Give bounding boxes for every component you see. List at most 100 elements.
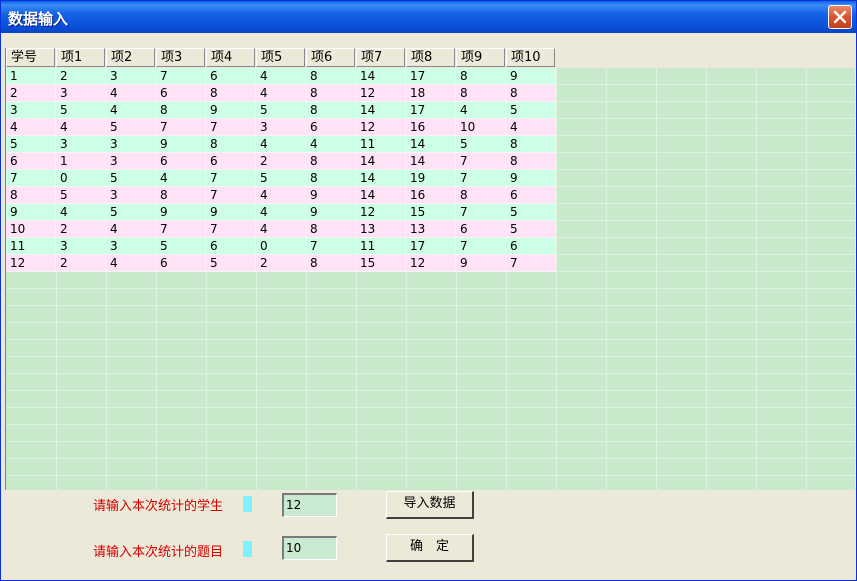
students-input[interactable]: 12 xyxy=(282,493,337,517)
table-cell[interactable]: 8 xyxy=(306,102,356,119)
table-row[interactable]: 10 2 4 7 7 4 8 13 13 6 5 xyxy=(6,221,556,238)
table-cell[interactable]: 6 xyxy=(6,153,56,170)
table-cell[interactable]: 3 xyxy=(106,68,156,85)
table-cell[interactable]: 11 xyxy=(6,238,56,255)
table-cell[interactable]: 19 xyxy=(406,170,456,187)
table-cell[interactable]: 7 xyxy=(206,119,256,136)
column-header[interactable]: 项4 xyxy=(206,48,255,67)
table-cell[interactable]: 6 xyxy=(206,153,256,170)
table-cell[interactable]: 7 xyxy=(156,221,206,238)
table-row[interactable]: 4 4 5 7 7 3 6 12 16 10 4 xyxy=(6,119,556,136)
table-cell[interactable]: 14 xyxy=(406,136,456,153)
column-header[interactable]: 项3 xyxy=(156,48,205,67)
table-cell[interactable]: 9 xyxy=(206,102,256,119)
table-cell[interactable]: 7 xyxy=(456,238,506,255)
import-data-button[interactable]: 导入数据 xyxy=(386,491,474,519)
table-cell[interactable]: 5 xyxy=(456,136,506,153)
table-cell[interactable]: 8 xyxy=(306,68,356,85)
table-cell[interactable]: 8 xyxy=(156,187,206,204)
table-cell[interactable]: 9 xyxy=(306,187,356,204)
table-cell[interactable]: 2 xyxy=(56,255,106,272)
table-cell[interactable]: 4 xyxy=(456,102,506,119)
table-cell[interactable]: 12 xyxy=(406,255,456,272)
table-cell[interactable]: 4 xyxy=(56,204,106,221)
table-cell[interactable]: 5 xyxy=(56,102,106,119)
table-cell[interactable]: 5 xyxy=(6,136,56,153)
table-cell[interactable]: 4 xyxy=(156,170,206,187)
table-cell[interactable]: 6 xyxy=(506,187,556,204)
table-cell[interactable]: 3 xyxy=(56,238,106,255)
table-cell[interactable]: 9 xyxy=(456,255,506,272)
table-row[interactable]: 6 1 3 6 6 2 8 14 14 7 8 xyxy=(6,153,556,170)
table-cell[interactable]: 11 xyxy=(356,238,406,255)
table-cell[interactable]: 10 xyxy=(456,119,506,136)
table-cell[interactable]: 15 xyxy=(406,204,456,221)
table-cell[interactable]: 13 xyxy=(356,221,406,238)
table-row[interactable]: 9 4 5 9 9 4 9 12 15 7 5 xyxy=(6,204,556,221)
table-row[interactable]: 2 3 4 6 8 4 8 12 18 8 8 xyxy=(6,85,556,102)
table-cell[interactable]: 10 xyxy=(6,221,56,238)
table-cell[interactable]: 9 xyxy=(306,204,356,221)
table-cell[interactable]: 8 xyxy=(506,85,556,102)
column-header[interactable]: 项2 xyxy=(106,48,155,67)
table-row[interactable]: 11 3 3 5 6 0 7 11 17 7 6 xyxy=(6,238,556,255)
table-cell[interactable]: 3 xyxy=(106,238,156,255)
table-cell[interactable]: 3 xyxy=(56,136,106,153)
column-header[interactable]: 项10 xyxy=(506,48,555,67)
column-header[interactable]: 项8 xyxy=(406,48,455,67)
questions-input[interactable]: 10 xyxy=(282,536,337,560)
table-cell[interactable]: 8 xyxy=(506,153,556,170)
table-row[interactable]: 8 5 3 8 7 4 9 14 16 8 6 xyxy=(6,187,556,204)
table-cell[interactable]: 8 xyxy=(456,68,506,85)
table-cell[interactable]: 14 xyxy=(356,153,406,170)
table-cell[interactable]: 3 xyxy=(106,187,156,204)
table-cell[interactable]: 7 xyxy=(156,68,206,85)
table-cell[interactable]: 3 xyxy=(106,136,156,153)
table-cell[interactable]: 7 xyxy=(456,170,506,187)
table-cell[interactable]: 1 xyxy=(6,68,56,85)
table-cell[interactable]: 5 xyxy=(506,102,556,119)
table-cell[interactable]: 4 xyxy=(256,204,306,221)
table-cell[interactable]: 7 xyxy=(206,221,256,238)
table-cell[interactable]: 4 xyxy=(256,187,306,204)
table-cell[interactable]: 6 xyxy=(156,255,206,272)
table-cell[interactable]: 6 xyxy=(456,221,506,238)
table-cell[interactable]: 8 xyxy=(306,153,356,170)
table-cell[interactable]: 5 xyxy=(106,204,156,221)
table-row[interactable]: 5 3 3 9 8 4 4 11 14 5 8 xyxy=(6,136,556,153)
table-cell[interactable]: 1 xyxy=(56,153,106,170)
table-row[interactable]: 3 5 4 8 9 5 8 14 17 4 5 xyxy=(6,102,556,119)
table-cell[interactable]: 7 xyxy=(156,119,206,136)
table-cell[interactable]: 2 xyxy=(256,255,306,272)
table-cell[interactable]: 15 xyxy=(356,255,406,272)
table-cell[interactable]: 3 xyxy=(6,102,56,119)
table-row[interactable]: 12 2 4 6 5 2 8 15 12 9 7 xyxy=(6,255,556,272)
table-row[interactable]: 1 2 3 7 6 4 8 14 17 8 9 xyxy=(6,68,556,85)
table-cell[interactable]: 4 xyxy=(256,136,306,153)
table-cell[interactable]: 6 xyxy=(206,68,256,85)
table-cell[interactable]: 4 xyxy=(6,119,56,136)
table-cell[interactable]: 14 xyxy=(406,153,456,170)
table-cell[interactable]: 9 xyxy=(6,204,56,221)
table-cell[interactable]: 7 xyxy=(206,170,256,187)
table-cell[interactable]: 3 xyxy=(56,85,106,102)
ok-button[interactable]: 确 定 xyxy=(386,534,474,562)
table-cell[interactable]: 2 xyxy=(56,221,106,238)
table-cell[interactable]: 8 xyxy=(506,136,556,153)
table-cell[interactable]: 8 xyxy=(456,187,506,204)
column-header[interactable]: 项7 xyxy=(356,48,405,67)
table-cell[interactable]: 9 xyxy=(506,68,556,85)
table-cell[interactable]: 2 xyxy=(256,153,306,170)
table-cell[interactable]: 5 xyxy=(206,255,256,272)
column-header[interactable]: 项6 xyxy=(306,48,355,67)
table-cell[interactable]: 12 xyxy=(356,85,406,102)
table-cell[interactable]: 8 xyxy=(206,136,256,153)
table-cell[interactable]: 16 xyxy=(406,187,456,204)
table-cell[interactable]: 7 xyxy=(206,187,256,204)
table-cell[interactable]: 14 xyxy=(356,170,406,187)
table-cell[interactable]: 7 xyxy=(456,204,506,221)
table-cell[interactable]: 4 xyxy=(106,255,156,272)
table-cell[interactable]: 9 xyxy=(506,170,556,187)
data-grid[interactable]: 学号 项1 项2 项3 项4 项5 项6 项7 项8 项9 项10 1 2 3 7 6 4 8 14 17 8 9 2 3 4… xyxy=(5,48,855,490)
table-cell[interactable]: 17 xyxy=(406,238,456,255)
